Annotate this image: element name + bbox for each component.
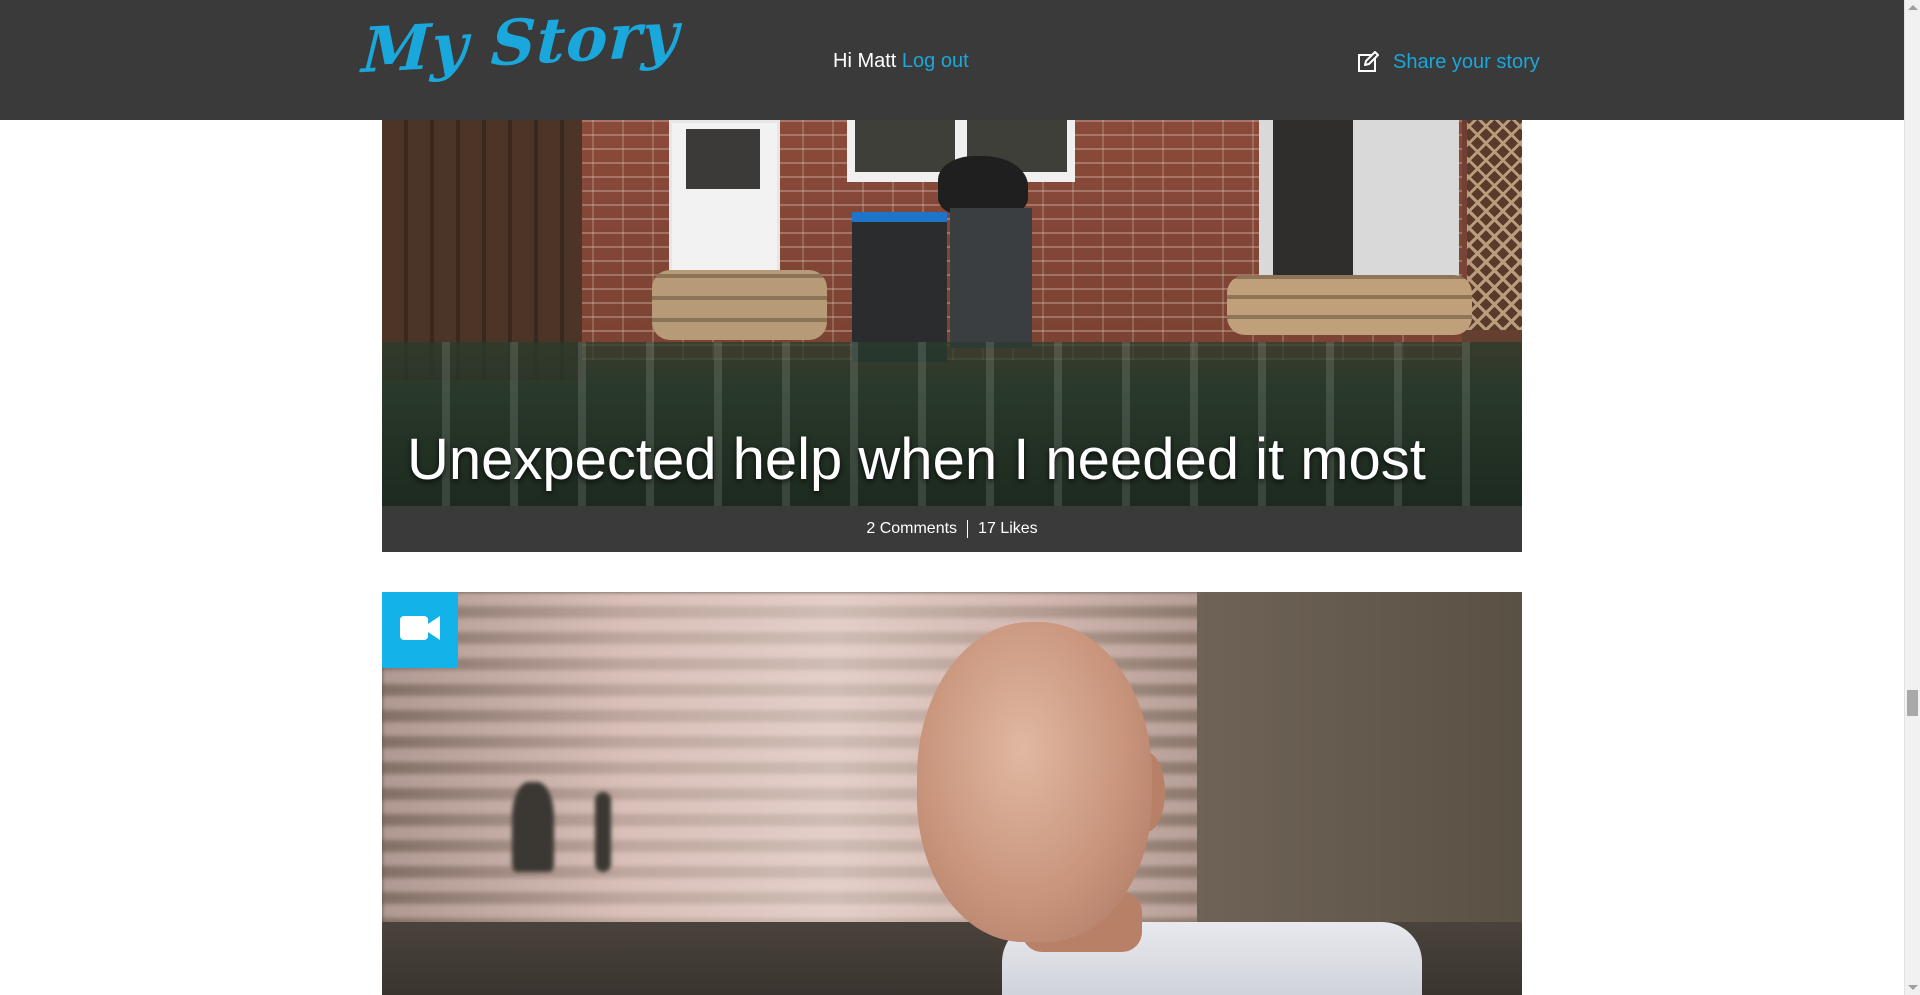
- man-face: [917, 622, 1152, 942]
- edit-icon: [1357, 51, 1379, 73]
- video-camera-icon: [398, 613, 442, 648]
- video-badge[interactable]: [382, 592, 458, 668]
- story-meta-bar: 2 Comments 17 Likes: [382, 506, 1522, 552]
- trellis: [1467, 120, 1522, 330]
- rubbish-bag: [938, 156, 1028, 216]
- comments-count[interactable]: 2 Comments: [866, 520, 957, 538]
- user-greeting: Hi Matt Log out: [833, 50, 969, 73]
- sandbags-right: [1227, 275, 1472, 335]
- logout-link[interactable]: Log out: [902, 50, 969, 72]
- story-title[interactable]: Unexpected help when I needed it most: [407, 426, 1507, 493]
- story-image-portrait[interactable]: [382, 592, 1522, 995]
- scrollbar-thumb[interactable]: [1907, 690, 1918, 716]
- wheelie-bin-blue-lid: [852, 212, 947, 362]
- figurine: [512, 782, 554, 872]
- vertical-scrollbar[interactable]: [1904, 0, 1920, 995]
- patio-door: [1259, 120, 1459, 295]
- figurine-small: [595, 792, 611, 872]
- page: My Story Hi Matt Log out Share your stor…: [0, 0, 1920, 995]
- site-logo[interactable]: My Story: [360, 0, 681, 87]
- scroll-up-arrow-icon[interactable]: [1908, 5, 1918, 10]
- greeting-text: Hi Matt: [833, 50, 897, 72]
- share-your-story-label: Share your story: [1393, 50, 1540, 73]
- likes-count[interactable]: 17 Likes: [978, 520, 1038, 538]
- top-navigation-bar: My Story Hi Matt Log out Share your stor…: [0, 0, 1904, 120]
- white-door: [669, 120, 780, 291]
- scroll-down-arrow-icon[interactable]: [1908, 985, 1918, 990]
- wooden-fence: [382, 120, 582, 380]
- share-your-story-link[interactable]: Share your story: [1357, 48, 1540, 76]
- wheelie-bin-grey: [950, 208, 1032, 348]
- sandbags-left: [652, 270, 827, 340]
- meta-divider: [967, 520, 969, 538]
